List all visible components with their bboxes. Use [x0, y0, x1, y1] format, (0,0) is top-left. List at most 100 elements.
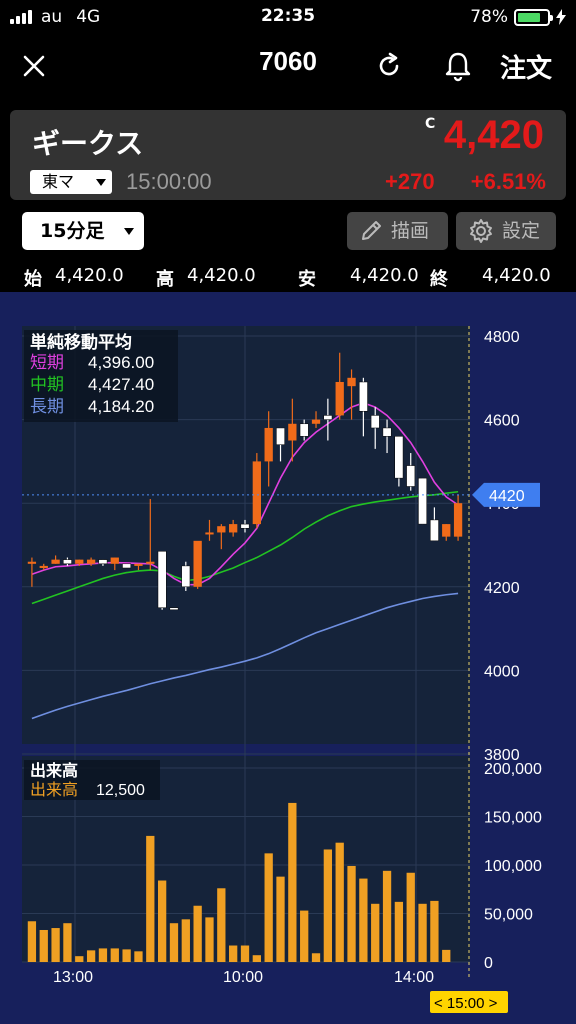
volume-bar — [193, 905, 202, 962]
y-tick-label: 4800 — [484, 329, 520, 346]
volume-bar — [335, 842, 344, 962]
y-tick-label: 4200 — [484, 580, 520, 597]
sma-legend-value: 4,427.40 — [88, 375, 154, 394]
price-change-percent: +6.51% — [470, 169, 546, 194]
candle — [299, 423, 309, 437]
period-select[interactable]: 15分足 — [22, 212, 144, 250]
volume-bar — [359, 878, 368, 962]
volume-bar — [430, 900, 439, 962]
volume-bar — [240, 945, 250, 962]
bell-icon[interactable] — [443, 50, 473, 82]
chevron-down-icon — [124, 228, 134, 235]
candle — [453, 503, 463, 537]
candle — [288, 423, 297, 441]
volume-bar — [276, 876, 285, 962]
pencil-icon — [362, 221, 381, 240]
volume-bar — [323, 849, 333, 962]
nav-bar: 7060 注文 — [0, 34, 576, 98]
candle — [335, 381, 344, 416]
current-price: 4,420 — [443, 113, 544, 157]
candle — [98, 559, 108, 565]
volume-tick-label: 0 — [484, 955, 493, 972]
candle — [323, 415, 333, 420]
candle — [370, 415, 380, 429]
volume-bar — [406, 872, 415, 962]
candle — [169, 607, 179, 611]
sma-legend-value: 4,396.00 — [88, 353, 154, 372]
candle — [382, 427, 392, 437]
candle — [311, 419, 321, 424]
sma-legend-name: 長期 — [30, 397, 64, 417]
volume-bar — [98, 948, 108, 962]
chevron-down-icon — [96, 179, 106, 186]
volume-bar — [134, 951, 143, 962]
candle — [193, 540, 202, 587]
stock-name: ギークス — [32, 127, 144, 160]
volume-bar — [157, 880, 167, 962]
candle — [51, 559, 60, 564]
candle — [430, 519, 439, 542]
refresh-icon[interactable] — [375, 52, 403, 80]
volume-bar — [288, 802, 297, 962]
candle — [442, 524, 451, 537]
volume-bar — [205, 917, 214, 962]
sma-legend-title: 単純移動平均 — [30, 332, 132, 353]
volume-bar — [347, 865, 356, 962]
candle — [276, 427, 285, 445]
volume-bar — [300, 910, 309, 962]
x-tick-label: 10:00 — [223, 969, 263, 986]
price-change: +270 — [385, 169, 435, 194]
current-time-tag-label: < 15:00 > — [434, 995, 498, 1012]
battery-percent: 78% — [470, 7, 508, 27]
battery-icon — [514, 8, 553, 26]
volume-bar — [63, 923, 72, 962]
volume-bar — [394, 901, 404, 962]
period-select-value: 15分足 — [40, 220, 105, 242]
candle — [229, 524, 238, 533]
candle — [110, 557, 119, 564]
volume-bar — [181, 919, 190, 962]
sma-legend-value: 4,184.20 — [88, 397, 154, 416]
market-select-value: 東マ — [42, 172, 75, 191]
order-button[interactable]: 注文 — [500, 48, 552, 85]
high-label: 高 — [156, 269, 174, 290]
volume-bar — [122, 949, 131, 962]
settings-button[interactable]: 設定 — [456, 212, 556, 250]
candle — [86, 559, 96, 564]
candle — [358, 381, 368, 412]
volume-bar — [442, 949, 451, 962]
volume-tick-label: 100,000 — [484, 858, 542, 875]
current-price-tag-label: 4420 — [489, 488, 525, 505]
candle — [347, 377, 356, 387]
volume-bar — [39, 929, 48, 962]
close-label: 終 — [430, 269, 448, 290]
chart-area[interactable]: 480046004400420040003800200,000150,00010… — [0, 292, 576, 1024]
volume-bar — [264, 853, 273, 962]
volume-bar — [382, 870, 392, 962]
volume-bar — [169, 923, 179, 962]
ohlc-row: 始 4,420.0 高 4,420.0 安 4,420.0 終 4,420.0 — [0, 262, 576, 292]
volume-bar — [371, 903, 380, 962]
charging-icon — [556, 9, 566, 25]
volume-bar — [311, 953, 321, 962]
open-value: 4,420.0 — [55, 265, 124, 286]
candle — [205, 532, 214, 535]
stock-chart[interactable]: 480046004400420040003800200,000150,00010… — [0, 292, 576, 1024]
close-value: 4,420.0 — [482, 265, 551, 286]
volume-bar — [217, 888, 226, 962]
candle — [418, 477, 427, 525]
candle — [217, 526, 226, 533]
sma-legend-name: 中期 — [30, 375, 64, 395]
x-tick-label: 14:00 — [394, 969, 434, 986]
candle — [181, 565, 191, 588]
candle — [39, 565, 48, 568]
candle — [240, 523, 250, 529]
draw-button[interactable]: 描画 — [347, 212, 448, 250]
candle — [122, 563, 132, 569]
low-label: 安 — [298, 269, 316, 290]
market-select[interactable]: 東マ — [30, 170, 112, 194]
settings-button-label: 設定 — [502, 220, 541, 242]
candle — [394, 436, 404, 479]
draw-button-label: 描画 — [391, 220, 430, 242]
candle — [157, 551, 167, 608]
